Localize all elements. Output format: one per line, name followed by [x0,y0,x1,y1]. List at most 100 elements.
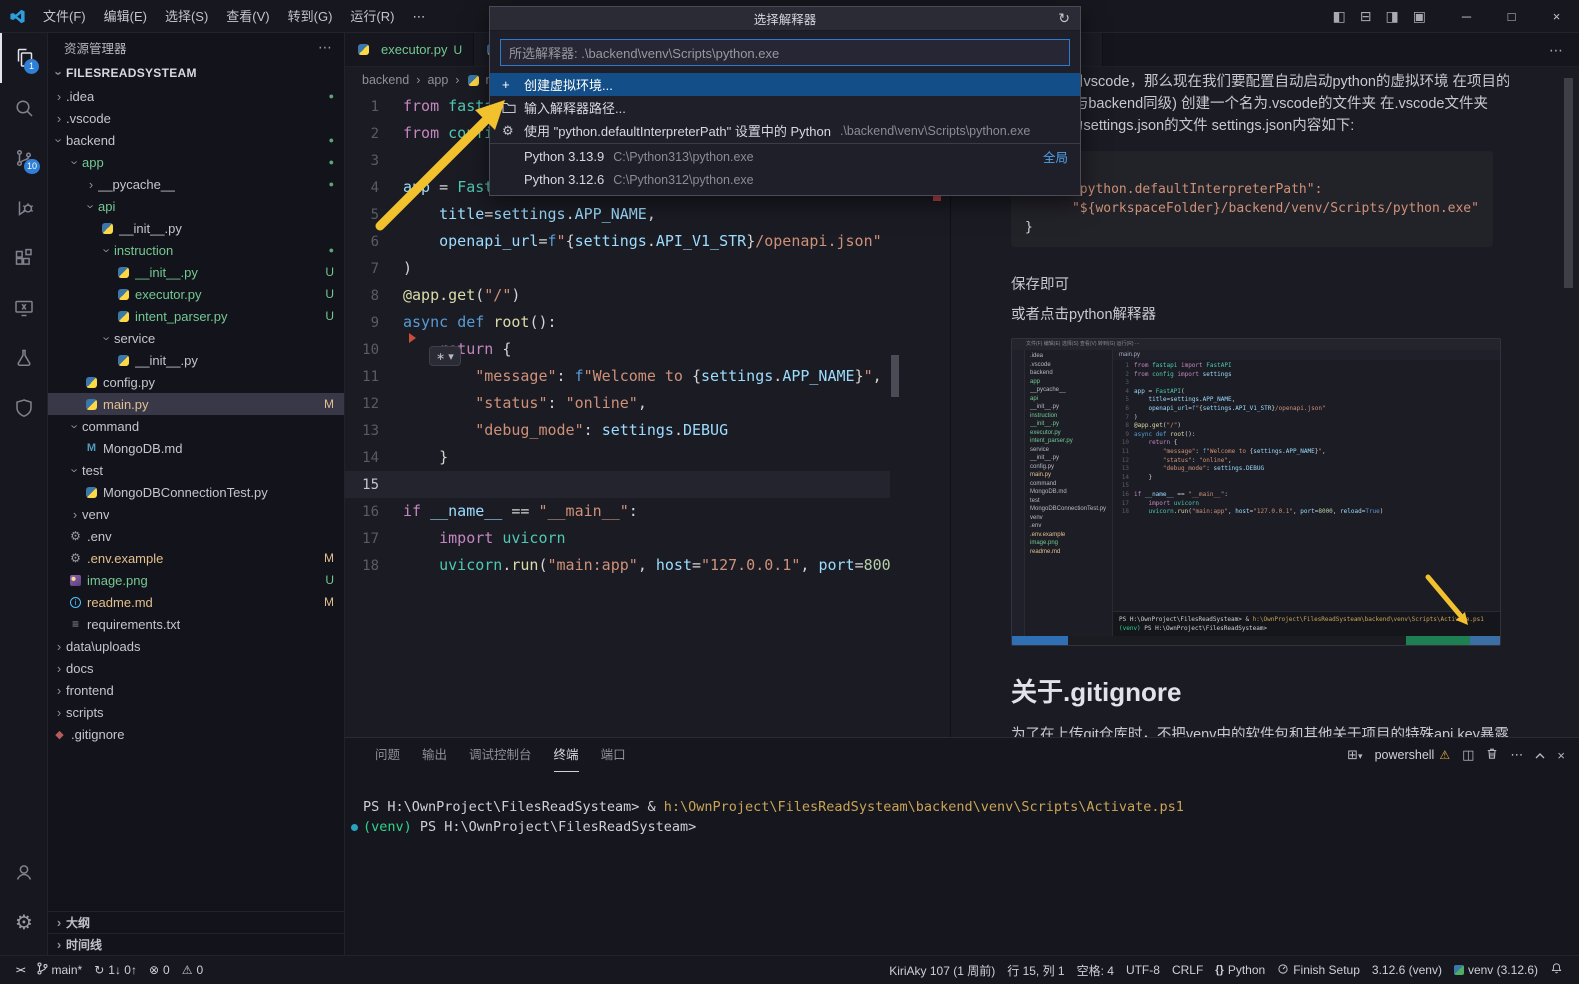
menu-item-⋯[interactable]: ⋯ [403,0,434,33]
notifications[interactable] [1544,962,1569,978]
editor-actions-icon[interactable]: ⋯ [1549,42,1563,59]
panel-tab-输出[interactable]: 输出 [422,739,447,772]
panel-tab-端口[interactable]: 端口 [601,739,626,772]
tree-file[interactable]: ⚙.env.exampleM [48,547,344,569]
run-debug-icon[interactable] [0,183,48,233]
search-icon[interactable] [0,83,48,133]
tree-file[interactable]: intent_parser.pyU [48,305,344,327]
language-mode[interactable]: {}Python [1209,963,1271,977]
menu-item-运行(R)[interactable]: 运行(R) [341,0,403,33]
quickpick-item-3[interactable]: Python 3.13.9C:\Python313\python.exe全局 [490,145,1080,168]
accounts-icon[interactable] [0,847,48,897]
split-terminal-icon[interactable]: ◫ [1462,747,1474,763]
gitlens-icon[interactable] [0,383,48,433]
tree-file[interactable]: main.pyM [48,393,344,415]
tab-executor.py[interactable]: executor.pyU [345,33,474,66]
launch-profile-icon[interactable]: ⊞▾ [1347,747,1362,763]
explorer-icon[interactable]: 1 [0,33,48,83]
tree-folder[interactable]: ›venv [48,503,344,525]
cursor-position[interactable]: 行 15, 列 1 [1001,962,1070,979]
close-panel-icon[interactable]: × [1557,748,1565,763]
layout-icon-3[interactable]: ▣ [1413,8,1426,25]
refresh-icon[interactable]: ↻ [1058,10,1070,27]
finish-setup[interactable]: Finish Setup [1271,963,1366,978]
tree-folder[interactable]: ›app● [48,151,344,173]
source-control-icon[interactable]: 10 [0,133,48,183]
tree-folder[interactable]: ›frontend [48,679,344,701]
tree-file[interactable]: executor.pyU [48,283,344,305]
extensions-icon[interactable] [0,233,48,283]
tree-file[interactable]: config.py [48,371,344,393]
tree-file[interactable]: MMongoDB.md [48,437,344,459]
inline-chat-icon[interactable]: ∗▾ [429,346,461,366]
menu-item-编辑(E)[interactable]: 编辑(E) [95,0,156,33]
tree-file[interactable]: ⚙.env [48,525,344,547]
maximize-panel-icon[interactable] [1535,748,1545,763]
quickpick-item-4[interactable]: Python 3.12.6C:\Python312\python.exe [490,168,1080,191]
settings-gear-icon[interactable]: ⚙ [0,897,48,947]
menu-item-查看(V)[interactable]: 查看(V) [217,0,278,33]
tree-folder[interactable]: ›__pycache__● [48,173,344,195]
more-actions-icon[interactable]: ⋯ [318,39,332,56]
layout-icon-1[interactable]: ⊟ [1360,8,1372,25]
breadcrumb-item-app[interactable]: app [427,73,448,87]
gitlens-blame[interactable]: KiriAky 107 (1 周前) [883,962,1001,979]
sidebar-section-时间线[interactable]: ›时间线 [48,933,344,955]
menu-item-文件(F)[interactable]: 文件(F) [34,0,95,33]
breadcrumb-item-backend[interactable]: backend [362,73,409,87]
quickpick-group-link[interactable]: 全局 [1043,147,1068,166]
quickpick-item-0[interactable]: +创建虚拟环境... [490,73,1080,96]
remote-explorer-icon[interactable] [0,283,48,333]
testing-icon[interactable] [0,333,48,383]
tree-file[interactable]: ≡requirements.txt [48,613,344,635]
panel-more-icon[interactable]: ⋯ [1510,747,1523,763]
kill-terminal-icon[interactable] [1486,747,1498,763]
tree-file[interactable]: __init__.py [48,217,344,239]
tree-folder[interactable]: ›command [48,415,344,437]
terminal-shell-label[interactable]: powershell ⚠ [1375,748,1451,762]
git-branch[interactable]: main* [31,962,89,978]
tree-folder[interactable]: ›api [48,195,344,217]
editor-scrollbar[interactable] [891,355,899,397]
interpreter-input[interactable] [500,39,1070,66]
tree-folder[interactable]: ›service [48,327,344,349]
tree-file[interactable]: ireadme.mdM [48,591,344,613]
close-button[interactable]: × [1534,0,1579,33]
maximize-button[interactable]: □ [1489,0,1534,33]
eol[interactable]: CRLF [1166,963,1209,977]
explorer-root[interactable]: › FILESREADSYSTEAM [48,61,344,85]
panel-tab-问题[interactable]: 问题 [375,739,400,772]
remote-indicator[interactable]: >< [10,965,31,975]
preview-scrollbar[interactable] [1564,78,1573,288]
panel-tab-终端[interactable]: 终端 [554,739,579,772]
tree-folder[interactable]: ›docs [48,657,344,679]
minimize-button[interactable]: ─ [1444,0,1489,33]
tree-folder[interactable]: ›instruction● [48,239,344,261]
git-sync[interactable]: ↻1↓ 0↑ [88,963,143,977]
tree-folder[interactable]: ›.vscode [48,107,344,129]
sidebar-section-大纲[interactable]: ›大纲 [48,911,344,933]
panel-tab-调试控制台[interactable]: 调试控制台 [469,739,532,772]
layout-icon-2[interactable]: ◨ [1386,8,1399,25]
tree-folder[interactable]: ›backend● [48,129,344,151]
python-version[interactable]: 3.12.6 (venv) [1366,963,1448,977]
tree-folder[interactable]: ›scripts [48,701,344,723]
tree-folder[interactable]: ›.idea● [48,85,344,107]
quickpick-item-1[interactable]: 输入解释器路径... [490,96,1080,119]
problems-errors[interactable]: ⊗0 [143,963,176,977]
tree-file[interactable]: MongoDBConnectionTest.py [48,481,344,503]
tree-file[interactable]: __init__.pyU [48,261,344,283]
tree-folder[interactable]: ›data\uploads [48,635,344,657]
tree-file[interactable]: image.pngU [48,569,344,591]
menu-item-选择(S)[interactable]: 选择(S) [156,0,217,33]
tree-file[interactable]: __init__.py [48,349,344,371]
indentation[interactable]: 空格: 4 [1071,962,1120,979]
layout-icon-0[interactable]: ◧ [1333,8,1346,25]
menu-item-转到(G)[interactable]: 转到(G) [279,0,342,33]
tree-folder[interactable]: ›test [48,459,344,481]
terminal-output[interactable]: PS H:\OwnProject\FilesReadSysteam> & h:\… [345,772,1579,837]
python-env[interactable]: venv (3.12.6) [1448,963,1544,977]
problems-warnings[interactable]: ⚠0 [176,963,209,977]
quickpick-item-2[interactable]: ⚙使用 "python.defaultInterpreterPath" 设置中的… [490,119,1080,142]
encoding[interactable]: UTF-8 [1120,963,1166,977]
